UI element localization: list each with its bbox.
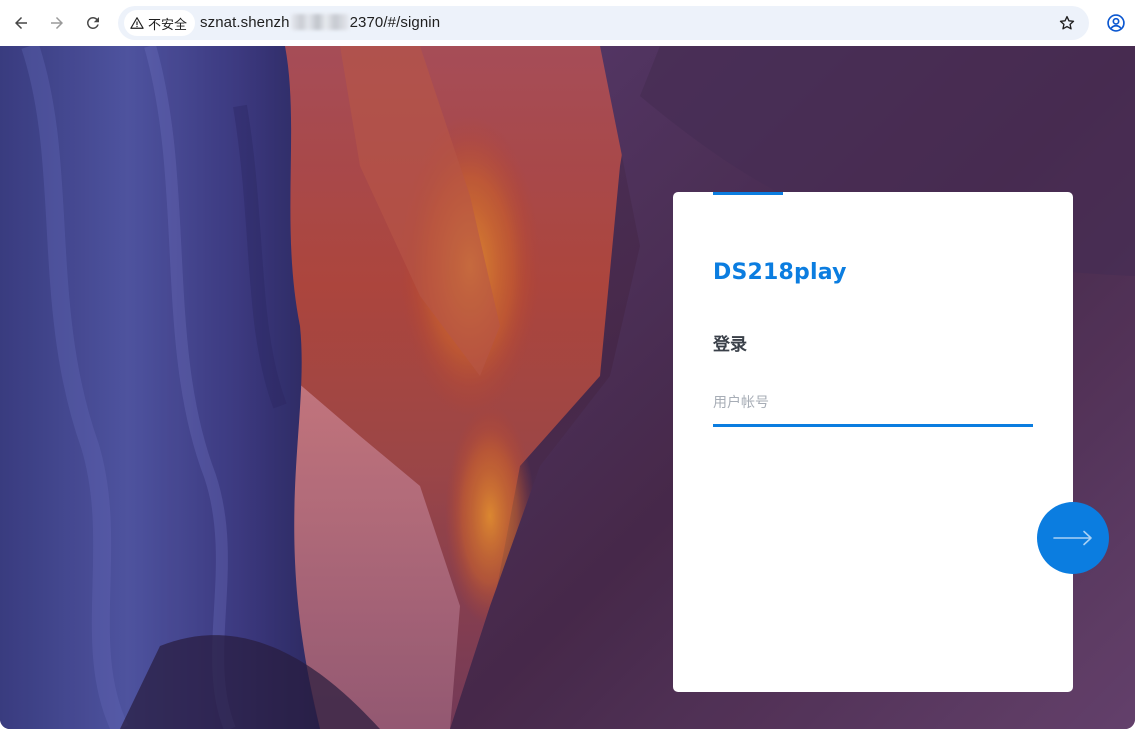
device-name: DS218play [713, 260, 847, 285]
star-icon [1059, 15, 1075, 30]
page-viewport: DS218play 登录 [0, 46, 1135, 729]
username-input[interactable] [713, 382, 1033, 427]
forward-arrow-icon [51, 17, 63, 29]
forward-button[interactable] [42, 8, 72, 38]
login-card: DS218play 登录 [673, 192, 1073, 692]
back-arrow-icon [15, 17, 27, 29]
security-chip[interactable]: 不安全 [124, 10, 196, 36]
login-heading: 登录 [713, 335, 747, 355]
profile-button[interactable] [1101, 8, 1131, 38]
url-text[interactable]: sznat.shenzh 2370/#/signin [200, 6, 440, 40]
bookmark-button[interactable] [1055, 11, 1079, 35]
next-button[interactable] [1037, 502, 1109, 574]
back-button[interactable] [6, 8, 36, 38]
url-suffix: 2370/#/signin [349, 14, 441, 31]
browser-toolbar: 不安全 sznat.shenzh 2370/#/signin [0, 0, 1135, 46]
arrow-right-icon [1053, 530, 1092, 546]
account-circle-icon [1107, 14, 1125, 32]
security-label: 不安全 [148, 16, 188, 32]
warning-triangle-icon [130, 17, 144, 29]
card-accent-bar [713, 192, 783, 195]
address-bar[interactable]: 不安全 sznat.shenzh 2370/#/signin [118, 6, 1089, 40]
reload-icon [86, 16, 99, 29]
url-prefix: sznat.shenzh [200, 14, 290, 31]
url-redacted-segment [290, 14, 349, 30]
reload-button[interactable] [78, 8, 108, 38]
